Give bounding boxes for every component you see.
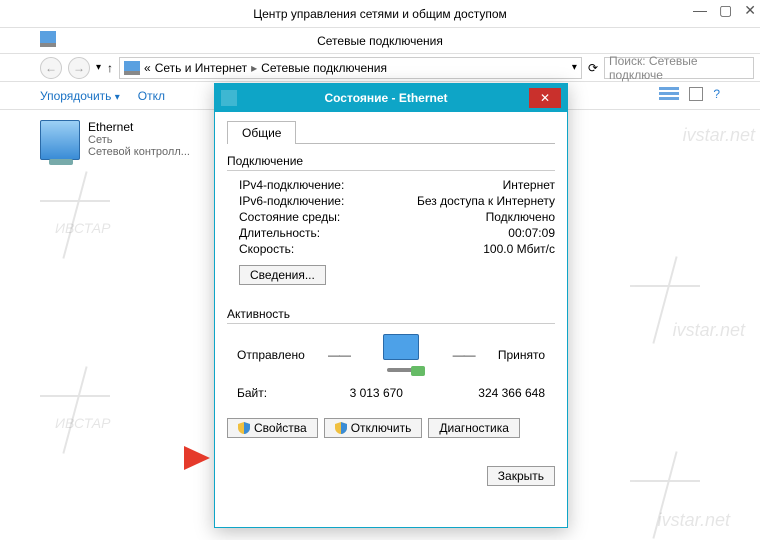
breadcrumb-prefix: « (144, 61, 151, 75)
refresh-button[interactable]: ⟳ (588, 61, 598, 75)
disable-button-label: Отключить (351, 421, 412, 435)
media-label: Состояние среды: (239, 210, 340, 224)
nav-back-button[interactable]: ← (40, 57, 62, 79)
sub-titlebar: Сетевые подключения (0, 28, 760, 54)
recent-locations-button[interactable]: ▾ (96, 62, 101, 73)
ipv4-label: IPv4-подключение: (239, 178, 344, 192)
activity-computer-icon (373, 334, 429, 376)
received-label: Принято (498, 348, 545, 362)
parent-title: Центр управления сетями и общим доступом (253, 7, 507, 21)
shield-icon (335, 422, 347, 434)
breadcrumb[interactable]: « Сеть и Интернет ▸ Сетевые подключения … (119, 57, 582, 79)
bytes-sent-value: 3 013 670 (286, 386, 403, 400)
ipv6-value: Без доступа к Интернету (417, 194, 555, 208)
activity-dash-icon: —— (328, 348, 350, 362)
close-button[interactable]: ✕ (744, 2, 756, 19)
breadcrumb-seg2[interactable]: Сетевые подключения (261, 61, 387, 75)
speed-label: Скорость: (239, 242, 294, 256)
activity-group-label: Активность (227, 307, 555, 321)
maximize-button[interactable]: ▢ (719, 2, 732, 19)
search-input[interactable]: Поиск: Сетевые подключе (604, 57, 754, 79)
dialog-title-icon (221, 90, 237, 106)
details-button[interactable]: Сведения... (239, 265, 326, 285)
organize-button[interactable]: Упорядочить ▾ (40, 89, 120, 103)
dialog-titlebar: Состояние - Ethernet ✕ (215, 84, 567, 112)
speed-value: 100.0 Мбит/с (483, 242, 555, 256)
breadcrumb-seg1[interactable]: Сеть и Интернет (155, 61, 247, 75)
parent-titlebar: Центр управления сетями и общим доступом… (0, 0, 760, 28)
search-placeholder: Поиск: Сетевые подключе (609, 54, 749, 82)
duration-value: 00:07:09 (508, 226, 555, 240)
properties-button[interactable]: Свойства (227, 418, 318, 438)
breadcrumb-sep-icon: ▸ (251, 61, 257, 75)
dialog-close-button[interactable]: ✕ (529, 88, 561, 108)
disable-button[interactable]: Отключить (324, 418, 423, 438)
network-connections-icon (40, 31, 56, 50)
preview-pane-icon[interactable] (689, 87, 703, 101)
bytes-recv-value: 324 366 648 (422, 386, 545, 400)
close-button[interactable]: Закрыть (487, 466, 555, 486)
dialog-tabs: Общие (227, 120, 555, 144)
media-value: Подключено (486, 210, 555, 224)
bytes-label: Байт: (237, 386, 267, 400)
breadcrumb-dropdown-icon[interactable]: ▾ (572, 62, 577, 73)
tab-general[interactable]: Общие (227, 121, 296, 144)
view-slider-icon[interactable] (659, 87, 679, 104)
minimize-button[interactable]: — (693, 2, 707, 19)
disable-device-button[interactable]: Откл (138, 89, 165, 103)
shield-icon (238, 422, 250, 434)
nav-up-button[interactable]: ↑ (107, 61, 113, 75)
address-bar-row: ← → ▾ ↑ « Сеть и Интернет ▸ Сетевые подк… (0, 54, 760, 82)
dialog-title: Состояние - Ethernet (243, 91, 529, 105)
nav-forward-button[interactable]: → (68, 57, 90, 79)
annotation-arrow-icon (184, 446, 210, 470)
ipv4-value: Интернет (503, 178, 555, 192)
ethernet-status-dialog: Состояние - Ethernet ✕ Общие Подключение… (214, 83, 568, 528)
ipv6-label: IPv6-подключение: (239, 194, 344, 208)
sent-label: Отправлено (237, 348, 305, 362)
breadcrumb-icon (124, 61, 140, 75)
activity-dash-icon: —— (453, 348, 475, 362)
network-adapter-icon (40, 120, 80, 160)
sub-title: Сетевые подключения (317, 34, 443, 48)
diagnose-button[interactable]: Диагностика (428, 418, 520, 438)
properties-button-label: Свойства (254, 421, 307, 435)
netitem-line2: Сеть (88, 134, 190, 146)
duration-label: Длительность: (239, 226, 320, 240)
connection-group-label: Подключение (227, 154, 555, 168)
help-button[interactable]: ? (713, 87, 720, 104)
network-item-ethernet[interactable]: Ethernet Сеть Сетевой контролл... (40, 120, 220, 160)
netitem-name: Ethernet (88, 120, 190, 134)
netitem-line3: Сетевой контролл... (88, 146, 190, 158)
